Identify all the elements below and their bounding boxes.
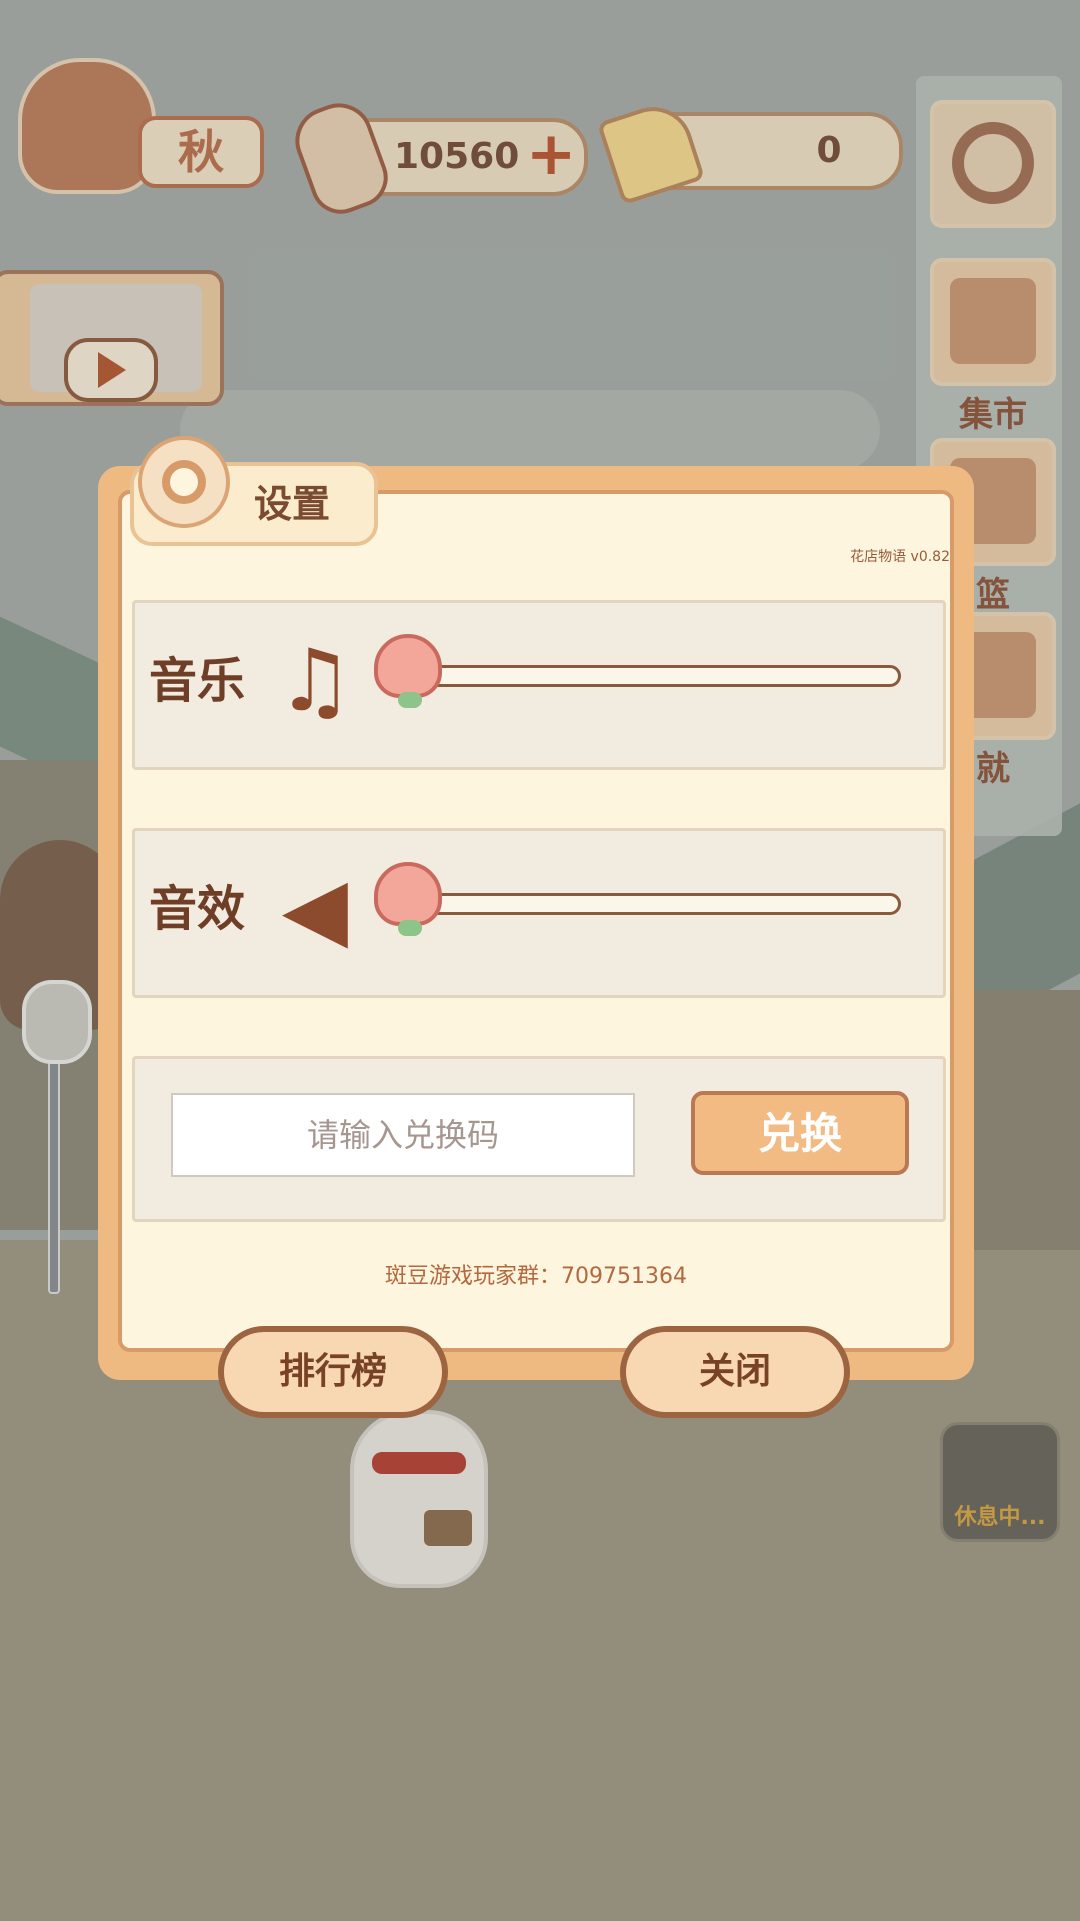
player-group-text: 斑豆游戏玩家群：709751364 [385, 1264, 687, 1289]
music-row: 音乐 ♫ [132, 600, 946, 770]
music-note-icon: ♫ [276, 631, 354, 731]
sfx-slider[interactable] [373, 862, 901, 936]
music-slider[interactable] [373, 634, 901, 708]
gear-hole [162, 460, 206, 504]
redeem-button[interactable]: 兑换 [691, 1091, 909, 1175]
speaker-icon: ◀ [281, 859, 349, 959]
sfx-row: 音效 ◀ [132, 828, 946, 998]
game-scene: 秋 10560 + 0 集市 篮 就 休息中... 设置 花店物语 v0.82 … [0, 0, 1080, 1921]
dialog-title: 设置 [254, 482, 331, 526]
version-label: 花店物语 v0.82 [850, 549, 950, 565]
title-gear-icon [138, 436, 230, 528]
sfx-label: 音效 [149, 881, 246, 937]
redeem-code-input[interactable] [171, 1093, 635, 1177]
flower-bud-icon [373, 634, 442, 698]
music-label: 音乐 [149, 653, 246, 709]
flower-bud-icon [373, 862, 442, 926]
leaf-icon [397, 692, 422, 708]
close-button[interactable]: 关闭 [620, 1326, 850, 1418]
leaderboard-button[interactable]: 排行榜 [218, 1326, 448, 1418]
leaf-icon [397, 920, 422, 936]
music-slider-knob[interactable] [368, 628, 448, 708]
sfx-slider-knob[interactable] [368, 856, 448, 936]
redeem-row: 兑换 [132, 1056, 946, 1222]
